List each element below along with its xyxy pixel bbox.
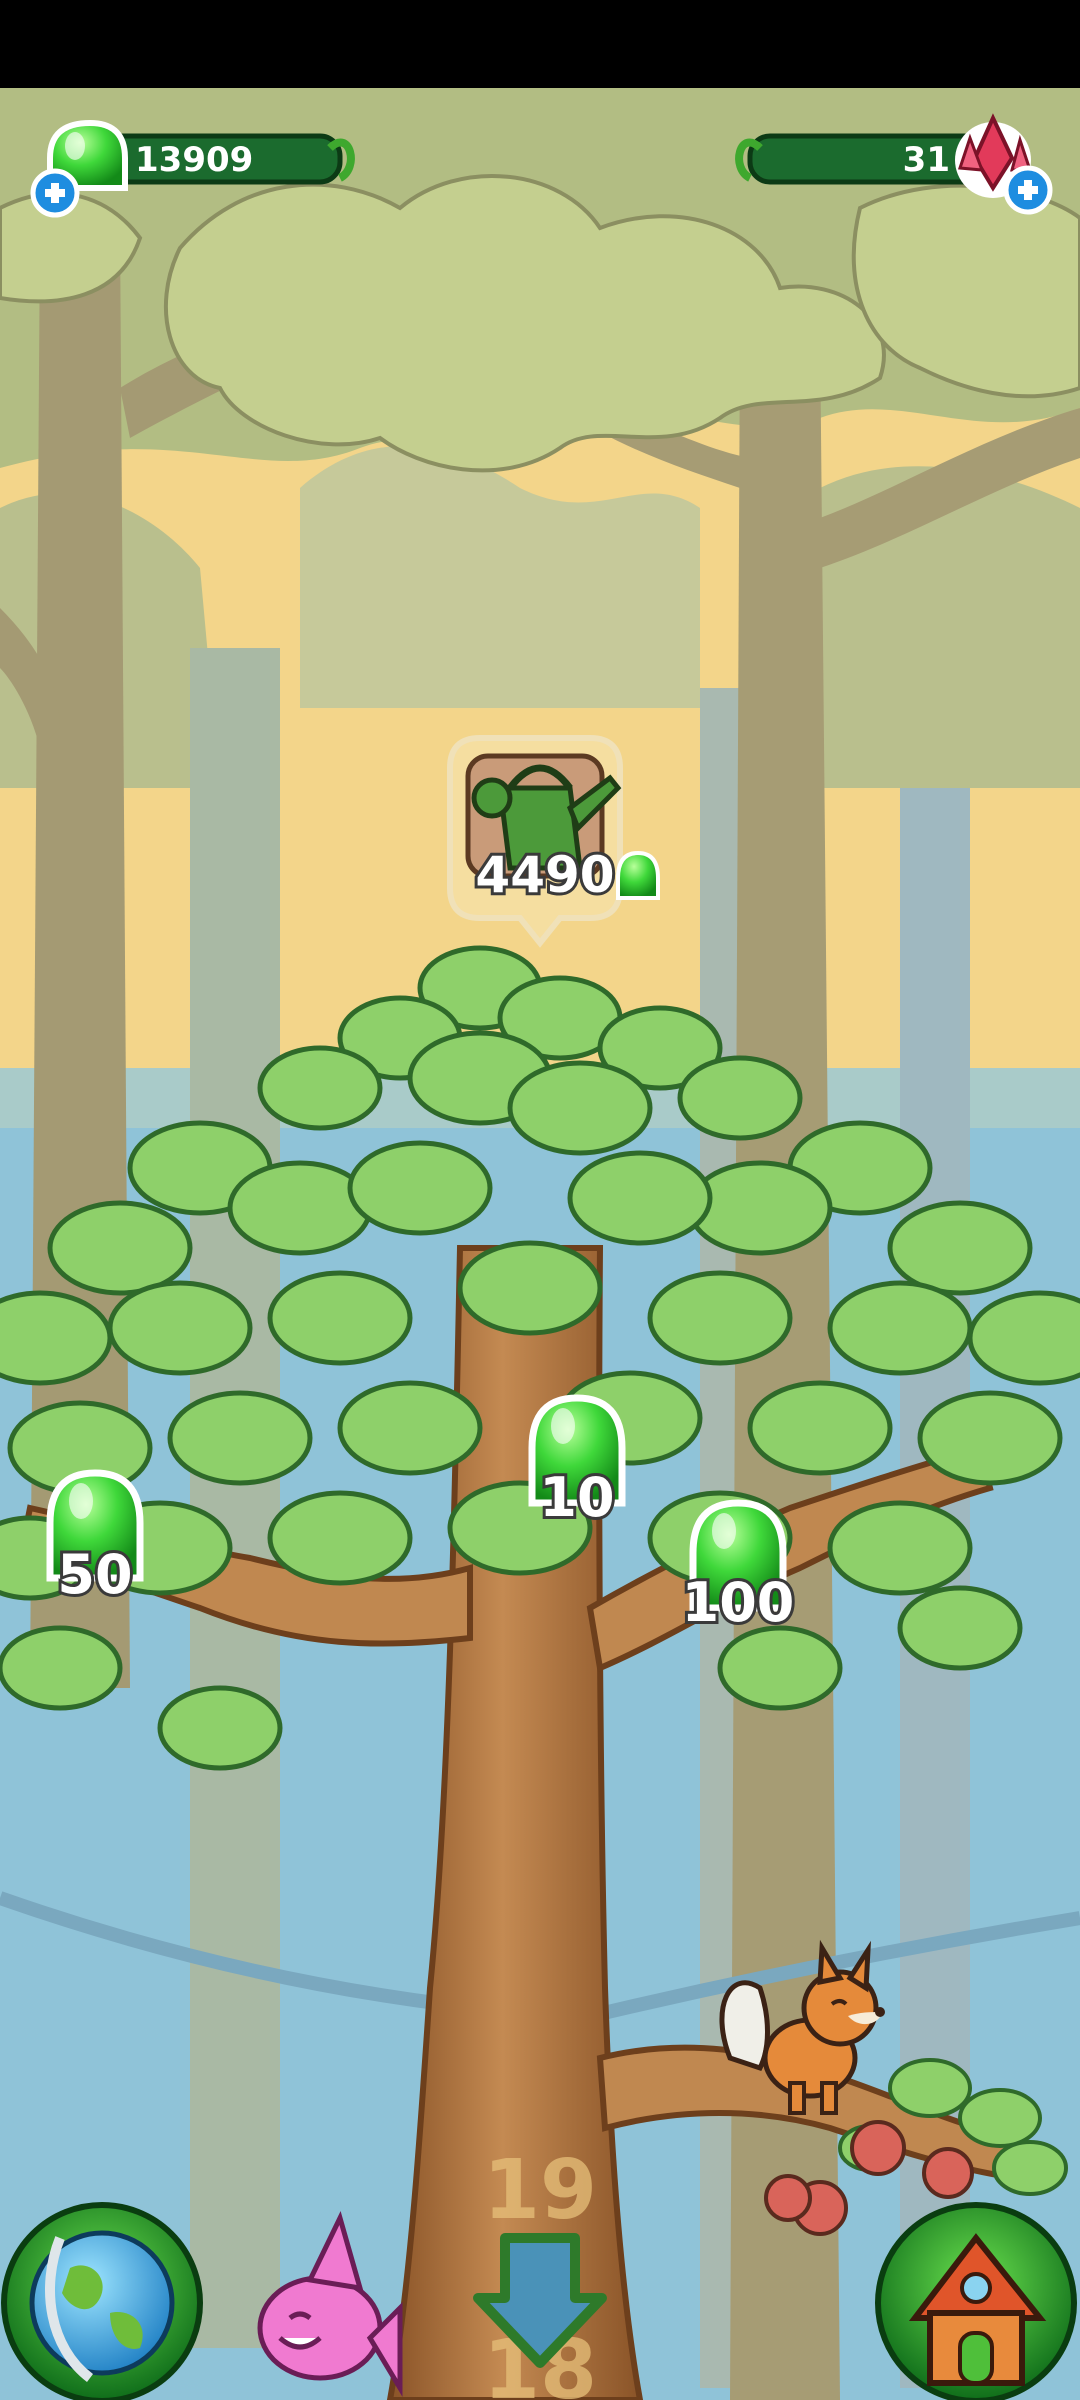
- price-gem-icon: [616, 850, 660, 900]
- add-crystals-button[interactable]: [1003, 165, 1053, 215]
- game-screen: 19 18 4490: [0, 88, 1080, 2400]
- globe-button[interactable]: [1, 2202, 203, 2400]
- reward-value: 50: [57, 1543, 132, 1606]
- house-button[interactable]: [875, 2202, 1077, 2400]
- globe-icon: [29, 2230, 175, 2382]
- reward-drop-50[interactable]: 50: [46, 1469, 144, 1609]
- reward-value: 10: [539, 1466, 614, 1529]
- reward-drop-10[interactable]: 10: [528, 1394, 626, 1532]
- tree-level-number: 19: [483, 2143, 597, 2238]
- add-gems-button[interactable]: [30, 168, 80, 218]
- gem-count: 13909: [135, 140, 253, 180]
- crystal-count: 31: [903, 140, 950, 180]
- shop-price: 4490: [475, 846, 614, 904]
- reward-value: 100: [682, 1571, 795, 1634]
- reward-drop-100[interactable]: 100: [679, 1499, 797, 1637]
